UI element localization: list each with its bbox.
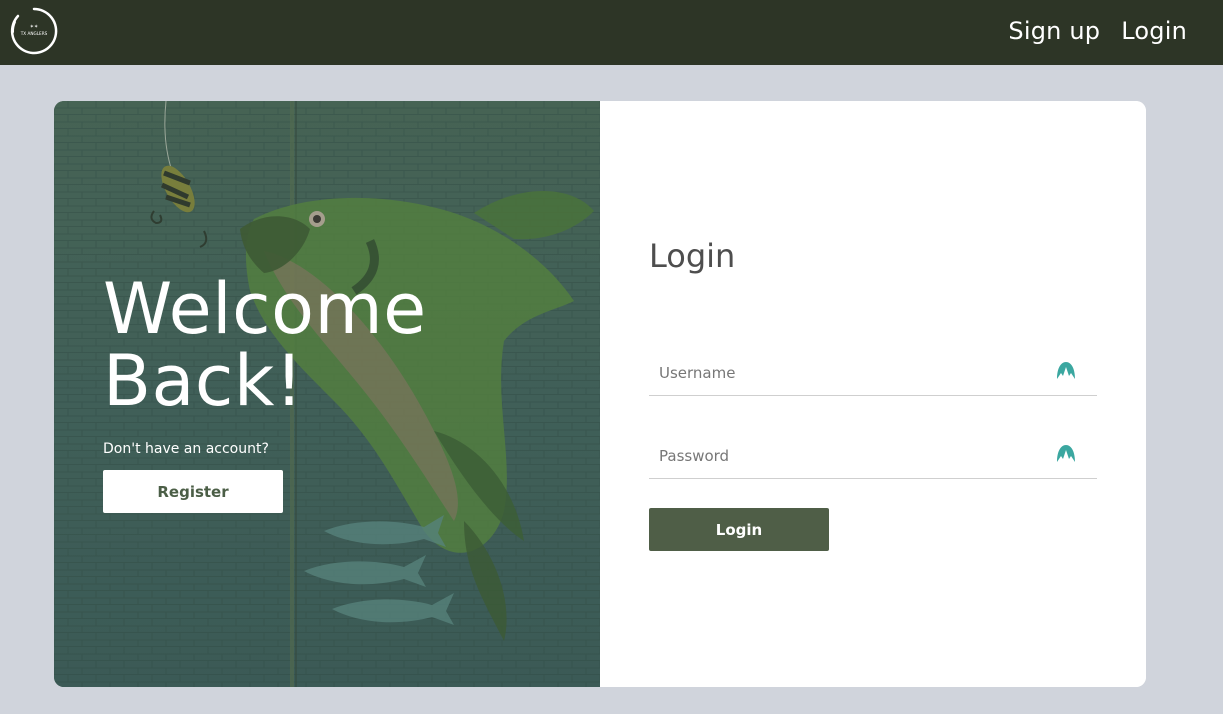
top-navbar: ✶✶ TX ANGLERS Sign up Login bbox=[0, 0, 1223, 65]
username-field bbox=[649, 352, 1097, 396]
login-form-panel: Login Login bbox=[600, 101, 1146, 687]
welcome-heading-line2: Back! bbox=[103, 340, 304, 422]
svg-text:TX ANGLERS: TX ANGLERS bbox=[20, 31, 48, 36]
login-title: Login bbox=[649, 237, 736, 275]
password-status-icon bbox=[1056, 443, 1076, 463]
welcome-heading: Welcome Back! bbox=[103, 273, 427, 417]
password-field bbox=[649, 435, 1097, 479]
nav-links: Sign up Login bbox=[1008, 14, 1187, 48]
svg-text:✶✶: ✶✶ bbox=[30, 24, 38, 30]
signup-link[interactable]: Sign up bbox=[1008, 14, 1100, 48]
password-input[interactable] bbox=[649, 435, 1049, 477]
anglers-logo-icon[interactable]: ✶✶ TX ANGLERS bbox=[9, 6, 59, 56]
username-input[interactable] bbox=[649, 352, 1049, 394]
register-button[interactable]: Register bbox=[103, 470, 283, 513]
user-status-icon bbox=[1056, 360, 1076, 380]
welcome-hero-panel: Welcome Back! Don't have an account? Reg… bbox=[54, 101, 600, 687]
welcome-heading-line1: Welcome bbox=[103, 268, 427, 350]
login-link[interactable]: Login bbox=[1121, 14, 1187, 48]
login-submit-button[interactable]: Login bbox=[649, 508, 829, 551]
login-card: Welcome Back! Don't have an account? Reg… bbox=[54, 101, 1146, 687]
no-account-text: Don't have an account? bbox=[103, 441, 269, 457]
